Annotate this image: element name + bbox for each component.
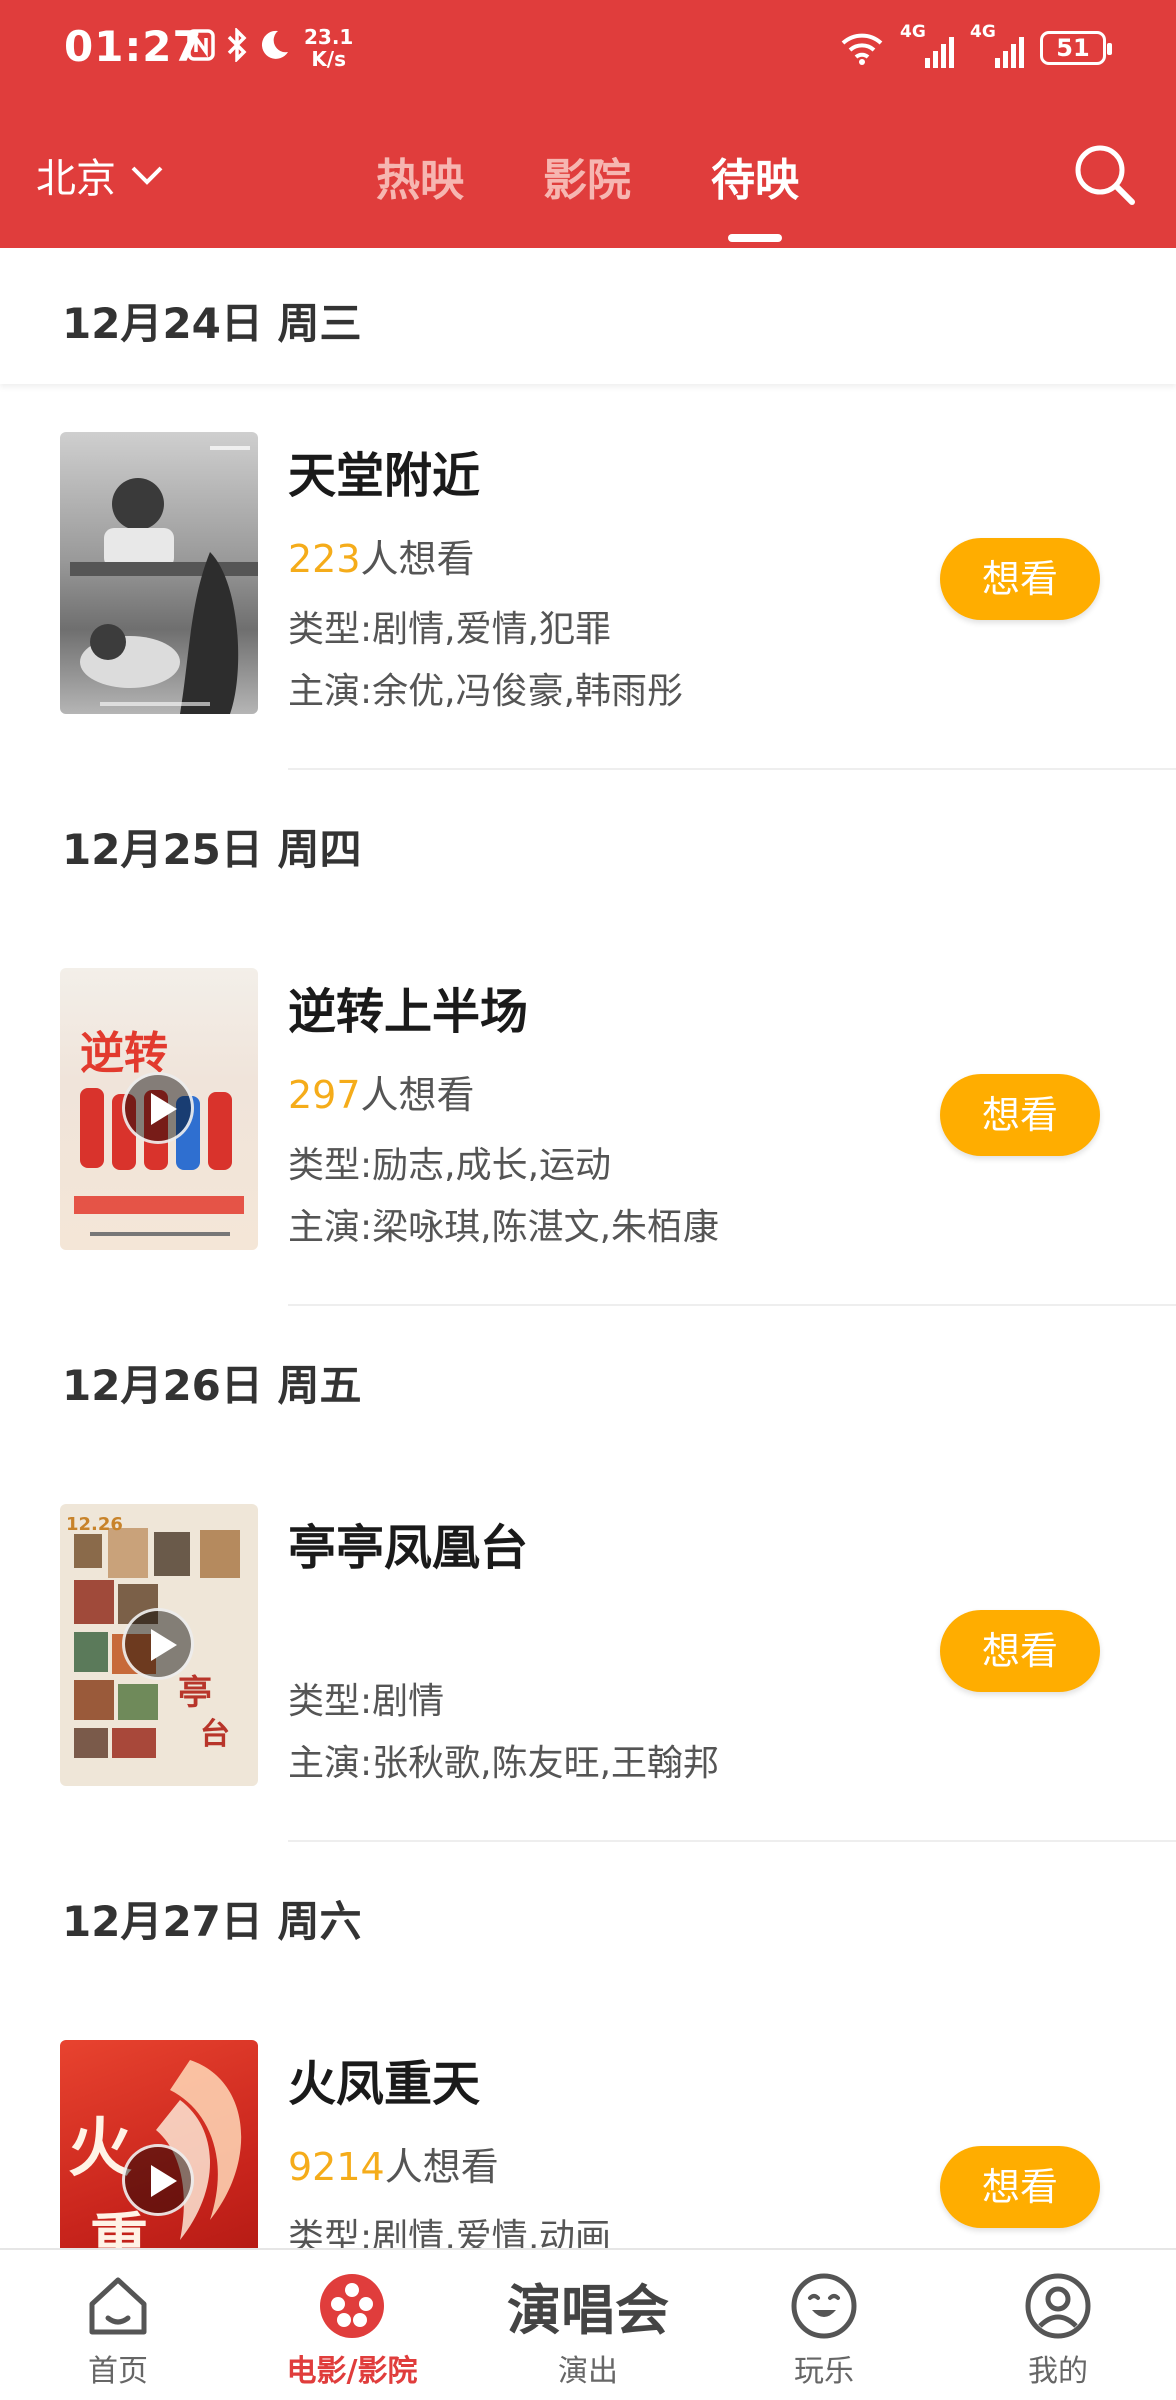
want-count: 297人想看: [288, 1064, 475, 1119]
status-right: 4G 4G 51: [840, 22, 1112, 68]
date-header: 12月25日 周四: [62, 825, 362, 874]
movie-poster[interactable]: 亭 台 12.26: [60, 1504, 258, 1786]
movie-poster[interactable]: 逆转: [60, 968, 258, 1250]
svg-text:12.26: 12.26: [66, 1514, 123, 1535]
film-reel-icon: [320, 2274, 384, 2338]
divider: [288, 1304, 1176, 1306]
want-to-watch-button[interactable]: 想看: [940, 1074, 1100, 1156]
bottom-nav: 首页 电影/影院 演唱会 演出 玩乐 我的: [0, 2248, 1176, 2400]
movie-title[interactable]: 逆转上半场: [288, 972, 528, 1042]
nav-movies-label: 电影/影院: [286, 2354, 418, 2389]
nav-shows-label: 演出: [558, 2354, 618, 2389]
nav-movies[interactable]: 电影/影院: [262, 2250, 442, 2400]
want-count-suffix: 人想看: [360, 537, 475, 581]
play-icon[interactable]: [122, 1608, 194, 1680]
moon-icon: [261, 30, 288, 59]
svg-text:台: 台: [200, 1717, 230, 1752]
want-to-watch-button[interactable]: 想看: [940, 538, 1100, 620]
date-header: 12月27日 周六: [62, 1897, 362, 1946]
tab-now-showing[interactable]: 热映: [376, 144, 464, 208]
city-label: 北京: [36, 156, 116, 202]
net-speed-unit: K/s: [311, 47, 347, 71]
signal-2-icon: 4G: [970, 22, 1024, 68]
signal-1-label: 4G: [900, 22, 926, 42]
movie-genre: 类型:励志,成长,运动: [288, 1145, 612, 1186]
movie-item[interactable]: 亭 台 12.26 亭亭凤凰台 类型:剧情 主演:张秋歌,陈友旺,王翰邦 想看: [0, 1504, 1176, 1794]
movie-item[interactable]: 火 重 火凤重天 9214人想看 类型:剧情,爱情,动画 想看: [0, 2040, 1176, 2248]
want-to-watch-button[interactable]: 想看: [940, 2146, 1100, 2228]
smiley-icon: [791, 2273, 857, 2339]
signal-2-label: 4G: [970, 22, 996, 42]
movie-title[interactable]: 天堂附近: [288, 436, 480, 506]
nav-fun[interactable]: 玩乐: [734, 2250, 914, 2400]
wifi-icon: [841, 33, 883, 65]
battery-icon: 51: [1040, 31, 1112, 65]
status-icons: [186, 28, 290, 62]
movie-cast: 主演:梁咏琪,陈湛文,朱栢康: [288, 1207, 720, 1248]
nav-shows[interactable]: 演唱会 演出: [498, 2250, 678, 2400]
sticky-date-header: 12月24日 周三: [0, 248, 1176, 384]
nav-fun-label: 玩乐: [794, 2354, 854, 2389]
coming-soon-list[interactable]: 12月24日 周三 天堂附近 223人想看 类型:剧情,爱情,犯罪 主演:余优,…: [0, 248, 1176, 2248]
movie-cast: 主演:余优,冯俊豪,韩雨彤: [288, 671, 684, 712]
movie-poster[interactable]: [60, 432, 258, 714]
search-icon[interactable]: [1070, 140, 1140, 210]
nav-mine[interactable]: 我的: [968, 2250, 1148, 2400]
status-time: 01:27: [64, 22, 203, 71]
date-header: 12月24日 周三: [62, 299, 362, 348]
svg-text:重: 重: [90, 2206, 148, 2248]
movie-title[interactable]: 火凤重天: [288, 2044, 480, 2114]
date-header: 12月26日 周五: [62, 1361, 362, 1410]
nav-home-label: 首页: [88, 2354, 148, 2389]
want-count-number: 223: [288, 537, 361, 581]
movie-title[interactable]: 亭亭凤凰台: [288, 1508, 528, 1578]
net-speed: 23.1 K/s: [304, 26, 353, 70]
concert-icon: 演唱会: [507, 2279, 669, 2342]
divider: [288, 768, 1176, 770]
want-count: 223人想看: [288, 528, 475, 583]
movie-item[interactable]: 天堂附近 223人想看 类型:剧情,爱情,犯罪 主演:余优,冯俊豪,韩雨彤 想看: [0, 432, 1176, 722]
chevron-down-icon: [131, 166, 163, 185]
want-count: 9214人想看: [288, 2136, 499, 2191]
movie-genre: 类型:剧情,爱情,动画: [288, 2217, 612, 2248]
movie-genre: 类型:剧情,爱情,犯罪: [288, 609, 612, 650]
home-icon: [89, 2277, 147, 2335]
movie-cast: 主演:张秋歌,陈友旺,王翰邦: [288, 1743, 720, 1784]
poster-art: [70, 446, 258, 714]
top-nav: 北京 热映 影院 待映: [0, 130, 1176, 242]
nav-mine-label: 我的: [1028, 2354, 1088, 2389]
want-to-watch-button[interactable]: 想看: [940, 1610, 1100, 1692]
movie-poster[interactable]: 火 重: [60, 2040, 258, 2248]
signal-1-icon: 4G: [900, 22, 954, 68]
net-speed-value: 23.1: [304, 25, 354, 49]
want-count-number: 297: [288, 1073, 361, 1117]
play-icon[interactable]: [122, 2144, 194, 2216]
nfc-icon: [187, 29, 215, 61]
divider: [288, 1840, 1176, 1842]
app-header: 01:27 23.1 K/s 4G 4G 51 北京 热映 影院 待映: [0, 0, 1176, 248]
nav-home[interactable]: 首页: [28, 2250, 208, 2400]
active-tab-indicator: [728, 234, 782, 242]
status-bar: 01:27 23.1 K/s 4G 4G 51: [0, 0, 1176, 100]
want-count-suffix: 人想看: [384, 2145, 499, 2189]
movie-item[interactable]: 逆转 逆转上半场 297人想看 类型:励志,成长,运动 主演:梁咏琪,陈湛文,朱…: [0, 968, 1176, 1258]
bluetooth-icon: [227, 28, 247, 62]
user-icon: [1025, 2273, 1091, 2339]
play-icon[interactable]: [122, 1072, 194, 1144]
movie-genre: 类型:剧情: [288, 1681, 445, 1722]
tab-coming-soon[interactable]: 待映: [711, 144, 799, 208]
want-count-number: 9214: [288, 2145, 385, 2189]
want-count-suffix: 人想看: [360, 1073, 475, 1117]
city-selector[interactable]: 北京: [36, 146, 164, 204]
svg-text:亭: 亭: [178, 1673, 212, 1713]
tab-cinemas[interactable]: 影院: [543, 144, 631, 208]
